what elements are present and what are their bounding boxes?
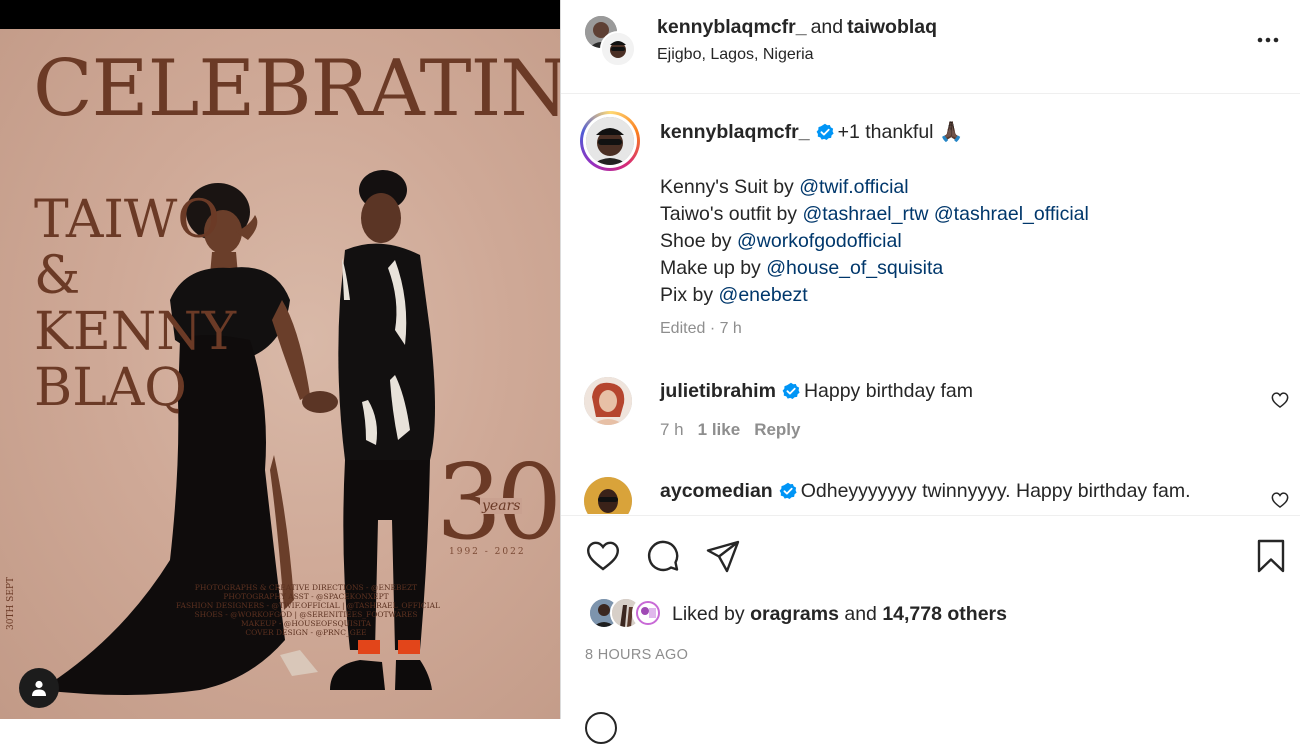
user-tag-icon [32,680,46,696]
verified-badge-icon [816,123,834,140]
caption-line-text: Taiwo's outfit by [660,203,803,225]
post-header: kennyblaqmcfr_ and taiwoblaq Ejigbo, Lagos… [561,0,1300,94]
praying-hands-emoji-icon: 🙏🏿 [938,121,964,143]
header-usernames: kennyblaqmcfr_ and taiwoblaq [657,16,937,39]
credit-line: FASHION DESIGNERS - @TWIF.OFFICIAL | @TA… [176,601,440,610]
caption-line: Taiwo's outfit by @tashrael_rtw @tashrae… [660,201,1089,228]
avatar-image [602,33,634,65]
share-icon[interactable] [704,537,742,575]
poster-name-line: TAIWO [34,190,221,250]
likes-count-link[interactable]: 14,778 others [882,603,1007,625]
mention-link[interactable]: @workofgodofficial [737,230,902,252]
location-link[interactable]: Ejigbo, Lagos, Nigeria [657,46,814,64]
heart-icon[interactable] [1270,390,1290,410]
comment-username-link[interactable]: aycomedian [660,480,773,502]
comment-meta: 7 h 1 like Reply [660,420,814,440]
credit-line: PHOTOGRAPHY ASST - @SPACEKONXEPT [223,592,389,601]
likes-and: and [844,603,877,625]
avatar[interactable] [600,31,636,67]
comment-line: julietibrahim Happy birthday fam [660,380,973,403]
caption-line: Make up by @house_of_squisita [660,255,1089,282]
user-tag-button[interactable] [19,668,59,708]
credit-line: MAKEUP - @HOUSEOFSQUISITA [241,619,371,628]
liker-avatar[interactable] [632,597,664,629]
poster-year-range: 1992 - 2022 [449,547,526,557]
caption-line-text: Kenny's Suit by [660,176,800,198]
heart-icon[interactable] [584,537,622,575]
avatar-image [634,599,662,627]
bookmark-icon[interactable] [1252,537,1290,575]
likes-prefix: Liked by [672,603,745,625]
comment-line: aycomedian Odheyyyyyyy twinnyyyy. Happy b… [660,480,1191,503]
caption-line: Pix by @enebezt [660,282,1089,309]
header-username-link[interactable]: kennyblaqmcfr_ [657,16,807,38]
poster-name-line: BLAQ [34,358,187,418]
credit-line: SHOES - @WORKOFGOD | @SERENITIEES_FOOTWA… [194,610,418,619]
avatar-image [586,117,634,165]
poster-credits: PHOTOGRAPHS & CREATIVE DIRECTIONS - @ENE… [176,583,440,637]
mention-link[interactable]: @enebezt [719,284,808,306]
poster-title: CELEBRATING [33,44,560,134]
comment-time: 7 h [660,420,684,439]
mention-link[interactable]: @tashrael_official [934,203,1089,225]
emoji-icon[interactable] [585,712,617,744]
mention-link[interactable]: @twif.official [799,176,908,198]
poster-names: TAIWO & KENNY BLAQ [34,192,236,416]
caption-header: kennyblaqmcfr_ +1 thankful 🙏🏿 [660,120,963,144]
avatar[interactable] [584,377,632,425]
caption-line-text: Shoe by [660,230,737,252]
comment-text: Odheyyyyyyy twinnyyyy. Happy birthday fa… [800,480,1191,502]
poster-name-line: & [34,246,81,306]
heart-icon[interactable] [1270,490,1290,510]
comment-text: Happy birthday fam [803,380,974,402]
credit-line: PHOTOGRAPHS & CREATIVE DIRECTIONS - @ENE… [194,583,418,592]
caption-body: Kenny's Suit by @twif.official Taiwo's o… [660,174,1089,309]
poster-name-line: KENNY [34,302,237,362]
poster-years: years [480,498,523,514]
caption-line-text: Pix by [660,284,719,306]
verified-badge-icon [782,382,800,399]
caption-line: Shoe by @workofgodofficial [660,228,1089,255]
likes-row: Liked by oragrams and 14,778 others [561,595,1300,635]
caption-line: Kenny's Suit by @twif.official [660,174,1089,201]
avatar[interactable] [584,477,632,514]
story-ring-avatar[interactable] [580,111,640,171]
header-and: and [810,16,844,38]
verified-badge-icon [779,482,797,499]
caption-text: +1 thankful [837,121,934,143]
avatar-image [584,377,632,425]
caption-line-text: Make up by [660,257,767,279]
caption-username-link[interactable]: kennyblaqmcfr_ [660,121,810,143]
comment-icon[interactable] [644,537,682,575]
avatar-image [584,477,632,514]
comments-section[interactable]: kennyblaqmcfr_ +1 thankful 🙏🏿 Kenny's Sui… [561,94,1300,514]
credit-line: COVER DESIGN - @PRNC_GEE [245,628,367,637]
caption-edited-time: Edited · 7 h [660,320,742,337]
header-username-link[interactable]: taiwoblaq [847,16,937,38]
post-timestamp[interactable]: 8 HOURS AGO [585,647,688,663]
comment-username-link[interactable]: julietibrahim [660,380,776,402]
post-image[interactable]: CELEBRATING TAIWO & KENNY BLAQ 30 years … [0,0,560,719]
likes-summary: Liked by oragrams and 14,778 others [672,603,1007,626]
avatar-frame [583,114,637,168]
liker-username-link[interactable]: oragrams [750,603,839,625]
post-panel: kennyblaqmcfr_ and taiwoblaq Ejigbo, Lagos… [561,0,1300,744]
comment-likes-link[interactable]: 1 like [698,420,741,439]
more-options-icon[interactable] [1253,27,1283,53]
mention-link[interactable]: @house_of_squisita [766,257,943,279]
mention-link[interactable]: @tashrael_rtw [802,203,928,225]
avatar [586,117,634,165]
action-bar [561,515,1300,596]
poster-date: 30TH SEPT [6,577,16,630]
reply-button[interactable]: Reply [754,420,800,439]
